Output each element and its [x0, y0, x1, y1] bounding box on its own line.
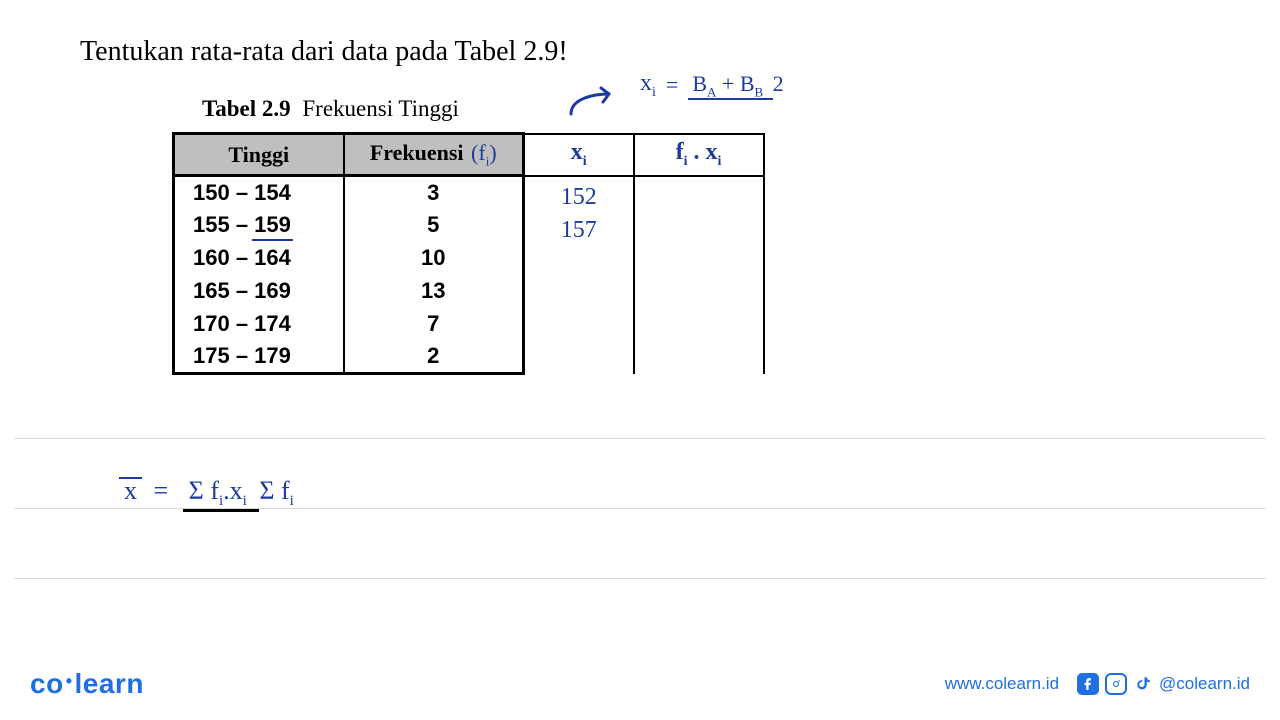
brand-logo: co•learn — [30, 668, 144, 700]
cell-fixi-column — [634, 176, 764, 374]
col-header-tinggi: Tinggi — [174, 134, 344, 176]
arrow-icon — [565, 86, 621, 125]
instagram-icon — [1105, 673, 1127, 695]
caption-text: Frekuensi Tinggi — [302, 96, 459, 121]
table-caption: Tabel 2.9 Frekuensi Tinggi — [202, 96, 459, 122]
rule-line — [14, 578, 1266, 579]
problem-title: Tentukan rata-rata dari data pada Tabel … — [80, 36, 568, 68]
cell-range: 150 – 154 — [174, 176, 344, 209]
cell-frequency: 10 — [344, 242, 524, 275]
footer-handle: @colearn.id — [1159, 674, 1250, 694]
caption-number: Tabel 2.9 — [202, 96, 291, 121]
col-header-frekuensi: Frekuensi (fi) — [344, 134, 524, 176]
cell-xi-column: 152 157 — [524, 176, 634, 374]
cell-range: 165 – 169 — [174, 275, 344, 308]
frequency-table: Tinggi Frekuensi (fi) xi fi . xi 150 – 1… — [172, 132, 765, 375]
table-header-row: Tinggi Frekuensi (fi) xi fi . xi — [174, 134, 764, 176]
table-row: 150 – 154 3 152 157 — [174, 176, 764, 209]
footer-website: www.colearn.id — [945, 674, 1059, 694]
col-header-xi: xi — [524, 134, 634, 176]
cell-range: 155 – 159 — [174, 209, 344, 242]
page: Tentukan rata-rata dari data pada Tabel … — [0, 0, 1280, 720]
cell-frequency: 2 — [344, 341, 524, 374]
facebook-icon — [1077, 673, 1099, 695]
cell-range: 160 – 164 — [174, 242, 344, 275]
tiktok-icon — [1133, 673, 1153, 695]
midpoint-formula: xi = BA + BB 2 — [640, 70, 784, 101]
footer-right: www.colearn.id @colearn.id — [945, 673, 1250, 695]
mean-formula: x = Σ fi.xi Σ fi — [122, 476, 294, 510]
rule-line — [14, 438, 1266, 439]
cell-frequency: 5 — [344, 209, 524, 242]
footer-social: @colearn.id — [1077, 673, 1250, 695]
cell-frequency: 7 — [344, 308, 524, 341]
cell-range: 170 – 174 — [174, 308, 344, 341]
col-header-fixi: fi . xi — [634, 134, 764, 176]
footer: co•learn www.colearn.id @colearn.id — [0, 664, 1280, 704]
cell-range: 175 – 179 — [174, 341, 344, 374]
cell-frequency: 13 — [344, 275, 524, 308]
cell-frequency: 3 — [344, 176, 524, 209]
